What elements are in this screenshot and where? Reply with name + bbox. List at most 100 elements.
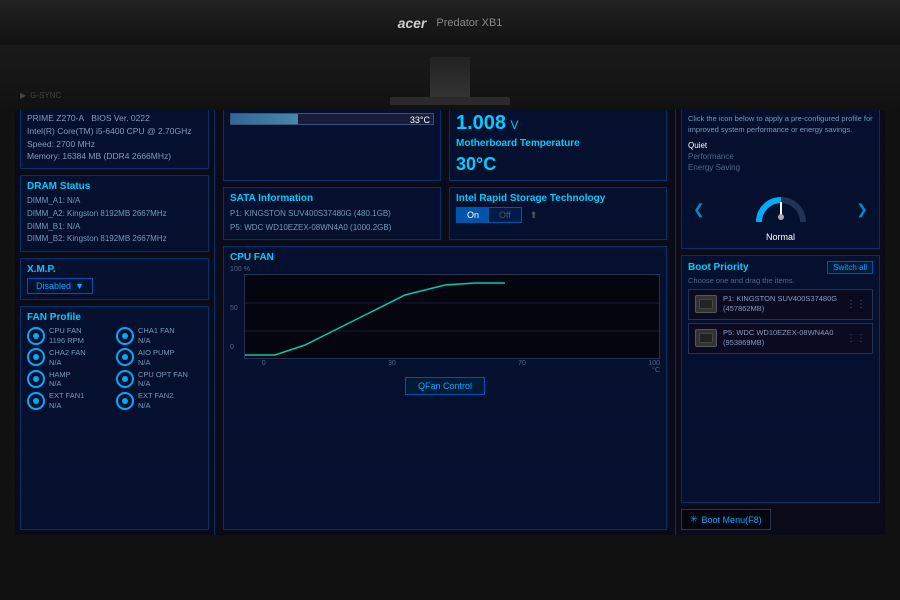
chart-unit-y: % <box>244 266 660 273</box>
stand <box>390 57 510 105</box>
cpu-temp-fill <box>231 114 298 124</box>
qfan-button[interactable]: QFan Control <box>405 377 485 395</box>
drag-handle-2[interactable]: ⋮⋮ <box>846 333 866 344</box>
fan-grid: CPU FAN 1196 RPM CHA1 FAN N/A <box>27 326 202 410</box>
boot-item-2[interactable]: P5: WDC WD10EZEX-08WN4A0(953869MB) ⋮⋮ <box>688 323 873 354</box>
boot-item-2-text: P5: WDC WD10EZEX-08WN4A0(953869MB) <box>723 328 833 349</box>
sata-title: SATA Information <box>230 193 434 204</box>
ez-tuning-section: EZ System Tuning Click the icon below to… <box>681 92 880 249</box>
fan-ext1-label: EXT FAN1 N/A <box>49 391 84 410</box>
boot-priority-title: Boot Priority <box>688 262 749 273</box>
cpu-fan-title: CPU FAN <box>230 252 660 263</box>
gauge-label: Normal <box>751 232 811 242</box>
bios-screen: /ASUS UEFI BIOS Utility – EZ Mode 01/25/… <box>15 45 885 535</box>
fan-cpu-label: CPU FAN 1196 RPM <box>49 326 84 345</box>
main-content: Information PRIME Z270-A BIOS Ver. 0222 … <box>15 87 885 535</box>
rst-on[interactable]: On <box>457 208 489 222</box>
sata-p5: P5: WDC WD10EZEX-08WN4A0 (1000.2GB) <box>230 221 434 235</box>
monitor-brand: acer Predator XB1 <box>398 15 503 31</box>
dram-title: DRAM Status <box>27 181 202 192</box>
fan-cpu-opt: CPU OPT FAN N/A <box>116 370 202 389</box>
info-speed: Speed: 2700 MHz <box>27 138 202 151</box>
ez-gauge-area: ❮ Normal <box>688 177 873 242</box>
monitor-model: Predator XB1 <box>436 17 502 29</box>
disk-icon-1 <box>695 295 717 313</box>
cpu-temp-bar: 33°C <box>230 113 434 125</box>
voltage-value: 1.008 <box>456 112 506 134</box>
cpu-fan-chart-section: CPU FAN 100 50 0 % <box>223 246 667 530</box>
fan-aio-icon <box>116 348 134 366</box>
sata-section: SATA Information P1: KINGSTON SUV400S374… <box>223 187 441 240</box>
gauge-left-arrow[interactable]: ❮ <box>693 201 705 218</box>
fan-cpu-opt-label: CPU OPT FAN N/A <box>138 370 188 389</box>
fan-aio: AIO PUMP N/A <box>116 348 202 367</box>
ez-option-quiet[interactable]: Quiet <box>688 141 873 150</box>
acer-logo: acer <box>398 15 427 31</box>
boot-item-1[interactable]: P1: KINGSTON SUV400S37480G(457862MB) ⋮⋮ <box>688 289 873 320</box>
fan-cha2-icon <box>27 348 45 366</box>
switch-all-button[interactable]: Switch all <box>827 261 873 274</box>
info-bios-model: PRIME Z270-A BIOS Ver. 0222 <box>27 112 202 125</box>
ez-tuning-options: Quiet Performance Energy Saving <box>688 141 873 172</box>
chart-unit-c: °C <box>244 367 660 374</box>
fan-cpu: CPU FAN 1196 RPM <box>27 326 113 345</box>
qfan-area: QFan Control <box>230 377 660 395</box>
ez-option-energy[interactable]: Energy Saving <box>688 163 873 172</box>
fan-cpu-opt-icon <box>116 370 134 388</box>
fan-ext1-icon <box>27 392 45 410</box>
sata-rst-row: SATA Information P1: KINGSTON SUV400S374… <box>223 187 667 240</box>
rst-section: Intel Rapid Storage Technology On Off ⬆ <box>449 187 667 240</box>
ez-tuning-desc: Click the icon below to apply a pre-conf… <box>688 113 873 136</box>
info-cpu: Intel(R) Core(TM) i5-6400 CPU @ 2.70GHz <box>27 125 202 138</box>
fan-cha1-label: CHA1 FAN N/A <box>138 326 175 345</box>
boot-item-1-text: P1: KINGSTON SUV400S37480G(457862MB) <box>723 294 837 315</box>
chart-y-labels: 100 50 0 <box>230 266 244 351</box>
boot-priority-section: Boot Priority Switch all Choose one and … <box>681 255 880 504</box>
dram-a2: DIMM_A2: Kingston 8192MB 2667MHz <box>27 208 202 221</box>
dram-b1: DIMM_B1: N/A <box>27 221 202 234</box>
gsync-badge: ▶ G-SYNC <box>20 91 61 100</box>
info-memory: Memory: 16384 MB (DDR4 2666MHz) <box>27 150 202 163</box>
mb-temp-value: 30°C <box>456 154 660 175</box>
fan-chart-svg <box>244 274 660 359</box>
fan-profile-title: FAN Profile <box>27 312 202 323</box>
disk-icon-2 <box>695 329 717 347</box>
fan-cha2: CHA2 FAN N/A <box>27 348 113 367</box>
fan-profile-section: FAN Profile CPU FAN 1196 RPM <box>20 306 209 530</box>
dram-a1: DIMM_A1: N/A <box>27 195 202 208</box>
stand-neck <box>430 57 470 97</box>
voltage-display: 1.008 V <box>456 112 660 135</box>
rst-off[interactable]: Off <box>489 208 521 222</box>
fan-ext2-label: EXT FAN2 N/A <box>138 391 173 410</box>
chart-container: % 0 30 70 <box>244 266 660 374</box>
right-panel: EZ System Tuning Click the icon below to… <box>675 87 885 535</box>
boot-menu-area: ✳ Boot Menu(F8) <box>681 509 880 530</box>
fan-ext1: EXT FAN1 N/A <box>27 391 113 410</box>
fan-cpu-icon <box>27 327 45 345</box>
chart-wrapper: 100 50 0 % <box>230 266 660 374</box>
rst-cursor: ⬆ <box>530 210 538 221</box>
boot-menu-star: ✳ <box>690 514 698 525</box>
gauge-right-arrow[interactable]: ❯ <box>856 201 868 218</box>
xmp-dropdown[interactable]: Disabled ▼ <box>27 278 93 294</box>
mb-temp-title: Motherboard Temperature <box>456 138 660 149</box>
voltage-unit: V <box>511 118 519 132</box>
boot-menu-label: Boot Menu(F8) <box>702 515 762 525</box>
fan-hamp-label: HAMP N/A <box>49 370 71 389</box>
gsync-icon: ▶ <box>20 91 26 100</box>
gauge-container: Normal <box>751 177 811 242</box>
xmp-control: Disabled ▼ <box>27 278 202 294</box>
fan-ext2-icon <box>116 392 134 410</box>
fan-cha1-icon <box>116 327 134 345</box>
stand-base <box>390 97 510 105</box>
boot-menu-button[interactable]: ✳ Boot Menu(F8) <box>681 509 771 530</box>
monitor: acer Predator XB1 /ASUS UEFI BIOS Utilit… <box>0 0 900 600</box>
gsync-label: G-SYNC <box>30 91 61 100</box>
ez-option-performance[interactable]: Performance <box>688 152 873 161</box>
drag-handle-1[interactable]: ⋮⋮ <box>846 299 866 310</box>
monitor-top-bezel: acer Predator XB1 <box>0 0 900 45</box>
fan-hamp-icon <box>27 370 45 388</box>
left-panel: Information PRIME Z270-A BIOS Ver. 0222 … <box>15 87 215 535</box>
center-panel: CPU Temperature 33°C CPU Core Voltage 1.… <box>215 87 675 535</box>
rst-toggle[interactable]: On Off <box>456 207 522 223</box>
